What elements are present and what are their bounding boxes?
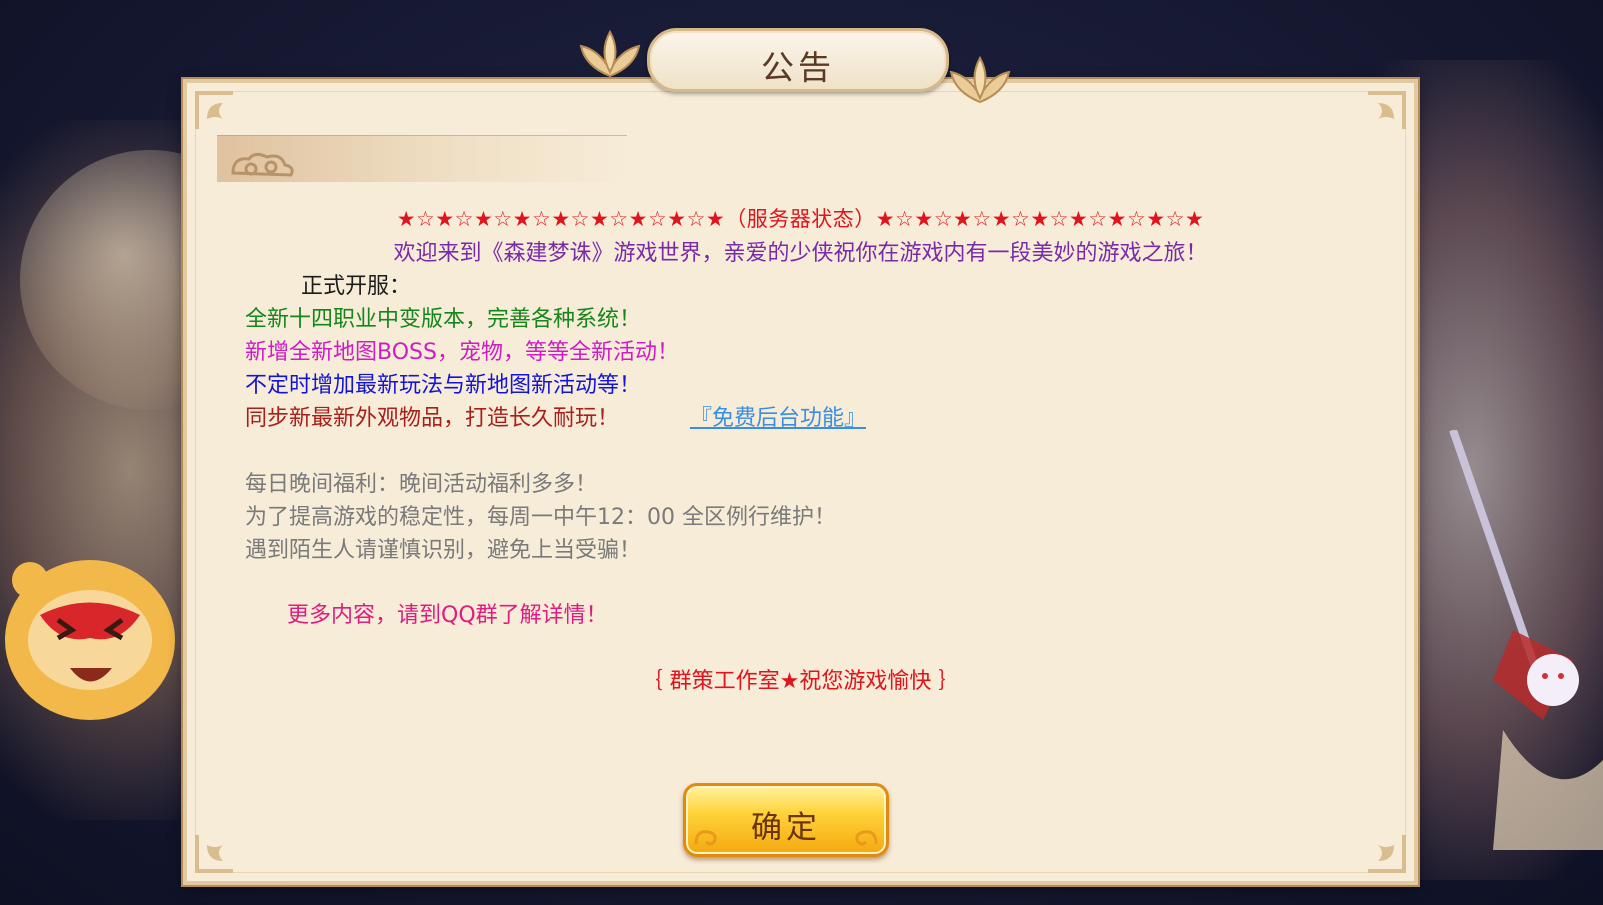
lotus-icon [949,55,1011,104]
monkey-character-art [5,560,175,720]
dialog-title: 公告 [761,48,835,87]
feature-line: 新增全新地图BOSS，宠物，等等全新活动！ [245,340,679,365]
swirl-ornament-icon [855,830,878,846]
dialog-title-plaque: 公告 [575,14,1015,104]
studio-signature: ｛ 群策工作室★祝您游戏愉快 ｝ [640,669,961,694]
feature-line: 全新十四职业中变版本，完善各种系统！ [245,307,642,332]
info-line: 遇到陌生人请谨慎识别，避免上当受骗！ [245,538,642,563]
info-line: 为了提高游戏的稳定性，每周一中午12：00 全区例行维护！ [245,505,836,530]
welcome-text: 欢迎来到《森建梦诛》游戏世界，亲爱的少侠祝你在游戏内有一段美妙的游戏之旅！ [393,241,1208,266]
feature-line: 同步新最新外观物品，打造长久耐玩！ [245,406,620,431]
info-line: 每日晚间福利：晚间活动福利多多！ [245,472,598,497]
confirm-button[interactable]: 确定 [683,783,889,857]
feature-line: 不定时增加最新玩法与新地图新活动等！ [245,373,642,398]
swirl-ornament-icon [694,830,717,846]
server-status-header: ★☆★☆★☆★☆★☆★☆★☆★☆★（服务器状态）★☆★☆★☆★☆★☆★☆★☆★☆… [396,207,1205,231]
game-screen: ★☆★☆★☆★☆★☆★☆★☆★☆★（服务器状态）★☆★☆★☆★☆★☆★☆★☆★☆… [0,0,1603,905]
free-backend-link[interactable]: 『免费后台功能』 [690,400,866,432]
announcement-content: ★☆★☆★☆★☆★☆★☆★☆★☆★（服务器状态）★☆★☆★☆★☆★☆★☆★☆★☆… [187,83,1414,881]
staff-weapon-art [1449,430,1603,850]
lotus-icon [579,29,641,78]
announcement-dialog: ★☆★☆★☆★☆★☆★☆★☆★☆★（服务器状态）★☆★☆★☆★☆★☆★☆★☆★☆… [183,79,1418,885]
official-launch-label: 正式开服： [301,274,412,299]
more-info-text: 更多内容，请到QQ群了解详情！ [287,603,608,628]
title-plaque-frame: 公告 [647,28,949,92]
